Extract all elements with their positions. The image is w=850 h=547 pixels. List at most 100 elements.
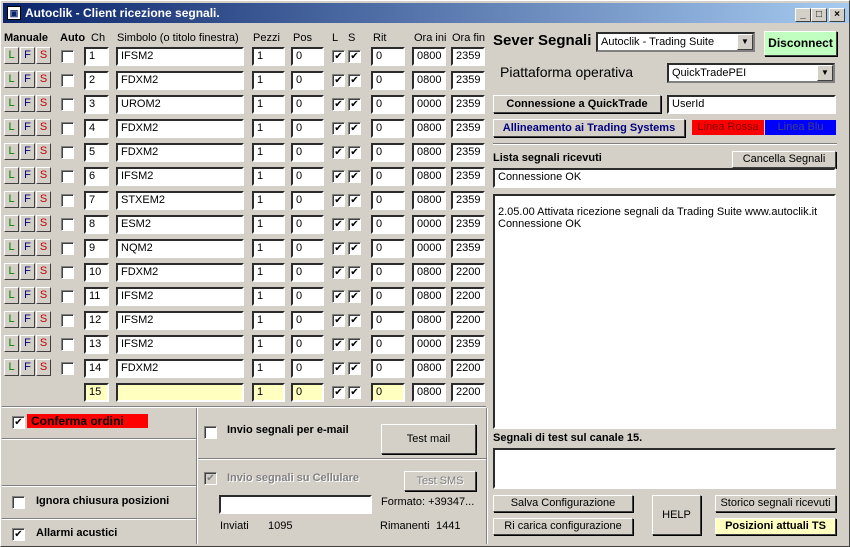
ora-ini-input[interactable]: 0800 <box>412 167 446 186</box>
rit-input[interactable]: 0 <box>371 287 405 306</box>
channel-field[interactable]: 7 <box>84 191 109 210</box>
pezzi-input[interactable]: 1 <box>252 95 285 114</box>
manual-short-button[interactable]: S <box>36 143 51 160</box>
auto-checkbox[interactable] <box>61 290 74 303</box>
pos-input[interactable]: 0 <box>291 311 324 330</box>
pezzi-input[interactable]: 1 <box>252 335 285 354</box>
channel-field[interactable]: 13 <box>84 335 109 354</box>
rit-input[interactable]: 0 <box>371 263 405 282</box>
test-sms-button[interactable]: Test SMS <box>404 471 476 491</box>
symbol-input[interactable]: NQM2 <box>116 239 244 258</box>
pezzi-input[interactable]: 1 <box>252 287 285 306</box>
auto-checkbox[interactable] <box>61 242 74 255</box>
ora-fin-input[interactable]: 2200 <box>451 287 485 306</box>
rit-input[interactable]: 0 <box>371 71 405 90</box>
symbol-input[interactable] <box>116 383 244 402</box>
ora-ini-input[interactable]: 0000 <box>412 95 446 114</box>
ora-fin-input[interactable]: 2200 <box>451 263 485 282</box>
status-field[interactable]: Connessione OK <box>493 168 836 188</box>
close-button[interactable]: × <box>829 8 845 22</box>
long-checkbox[interactable]: ✔ <box>332 50 345 63</box>
pos-input[interactable]: 0 <box>291 383 324 402</box>
long-checkbox[interactable]: ✔ <box>332 362 345 375</box>
ora-fin-input[interactable]: 2359 <box>451 95 485 114</box>
ora-ini-input[interactable]: 0800 <box>412 263 446 282</box>
pezzi-input[interactable]: 1 <box>252 71 285 90</box>
connessione-button[interactable]: Connessione a QuickTrade <box>493 95 661 113</box>
pezzi-input[interactable]: 1 <box>252 383 285 402</box>
manual-flat-button[interactable]: F <box>20 119 35 136</box>
allarmi-acustici-checkbox[interactable]: ✔ <box>12 528 25 541</box>
pezzi-input[interactable]: 1 <box>252 191 285 210</box>
ora-ini-input[interactable]: 0000 <box>412 239 446 258</box>
short-checkbox[interactable]: ✔ <box>348 242 361 255</box>
long-checkbox[interactable]: ✔ <box>332 314 345 327</box>
short-checkbox[interactable]: ✔ <box>348 98 361 111</box>
short-checkbox[interactable]: ✔ <box>348 170 361 183</box>
short-checkbox[interactable]: ✔ <box>348 362 361 375</box>
short-checkbox[interactable]: ✔ <box>348 386 361 399</box>
symbol-input[interactable]: FDXM2 <box>116 263 244 282</box>
long-checkbox[interactable]: ✔ <box>332 122 345 135</box>
ora-ini-input[interactable]: 0800 <box>412 359 446 378</box>
channel-field[interactable]: 15 <box>84 383 109 402</box>
cancella-segnali-button[interactable]: Cancella Segnali <box>732 151 836 168</box>
manual-long-button[interactable]: L <box>4 71 19 88</box>
symbol-input[interactable]: STXEM2 <box>116 191 244 210</box>
ora-fin-input[interactable]: 2359 <box>451 239 485 258</box>
channel-field[interactable]: 1 <box>84 47 109 66</box>
manual-flat-button[interactable]: F <box>20 71 35 88</box>
pos-input[interactable]: 0 <box>291 215 324 234</box>
long-checkbox[interactable]: ✔ <box>332 338 345 351</box>
pos-input[interactable]: 0 <box>291 287 324 306</box>
long-checkbox[interactable]: ✔ <box>332 266 345 279</box>
manual-short-button[interactable]: S <box>36 287 51 304</box>
pos-input[interactable]: 0 <box>291 95 324 114</box>
symbol-input[interactable]: ESM2 <box>116 215 244 234</box>
manual-long-button[interactable]: L <box>4 311 19 328</box>
manual-short-button[interactable]: S <box>36 167 51 184</box>
channel-field[interactable]: 2 <box>84 71 109 90</box>
pos-input[interactable]: 0 <box>291 239 324 258</box>
manual-short-button[interactable]: S <box>36 311 51 328</box>
pezzi-input[interactable]: 1 <box>252 167 285 186</box>
rit-input[interactable]: 0 <box>371 119 405 138</box>
manual-long-button[interactable]: L <box>4 167 19 184</box>
pezzi-input[interactable]: 1 <box>252 359 285 378</box>
manual-long-button[interactable]: L <box>4 47 19 64</box>
test-segnali-input[interactable] <box>493 448 836 489</box>
symbol-input[interactable]: FDXM2 <box>116 119 244 138</box>
cellulare-checkbox[interactable]: ✔ <box>204 472 217 485</box>
ora-fin-input[interactable]: 2200 <box>451 383 485 402</box>
manual-short-button[interactable]: S <box>36 47 51 64</box>
manual-long-button[interactable]: L <box>4 335 19 352</box>
pos-input[interactable]: 0 <box>291 143 324 162</box>
channel-field[interactable]: 12 <box>84 311 109 330</box>
ora-fin-input[interactable]: 2200 <box>451 359 485 378</box>
pezzi-input[interactable]: 1 <box>252 215 285 234</box>
ora-fin-input[interactable]: 2359 <box>451 191 485 210</box>
manual-long-button[interactable]: L <box>4 215 19 232</box>
channel-field[interactable]: 14 <box>84 359 109 378</box>
long-checkbox[interactable]: ✔ <box>332 74 345 87</box>
ora-ini-input[interactable]: 0800 <box>412 311 446 330</box>
test-mail-button[interactable]: Test mail <box>381 424 476 454</box>
long-checkbox[interactable]: ✔ <box>332 170 345 183</box>
rit-input[interactable]: 0 <box>371 191 405 210</box>
pos-input[interactable]: 0 <box>291 47 324 66</box>
auto-checkbox[interactable] <box>61 218 74 231</box>
short-checkbox[interactable]: ✔ <box>348 266 361 279</box>
maximize-button[interactable]: □ <box>811 8 827 22</box>
ora-ini-input[interactable]: 0800 <box>412 47 446 66</box>
manual-flat-button[interactable]: F <box>20 311 35 328</box>
channel-field[interactable]: 8 <box>84 215 109 234</box>
channel-field[interactable]: 10 <box>84 263 109 282</box>
pezzi-input[interactable]: 1 <box>252 311 285 330</box>
short-checkbox[interactable]: ✔ <box>348 50 361 63</box>
short-checkbox[interactable]: ✔ <box>348 314 361 327</box>
manual-long-button[interactable]: L <box>4 119 19 136</box>
manual-flat-button[interactable]: F <box>20 95 35 112</box>
auto-checkbox[interactable] <box>61 266 74 279</box>
manual-short-button[interactable]: S <box>36 239 51 256</box>
rit-input[interactable]: 0 <box>371 167 405 186</box>
